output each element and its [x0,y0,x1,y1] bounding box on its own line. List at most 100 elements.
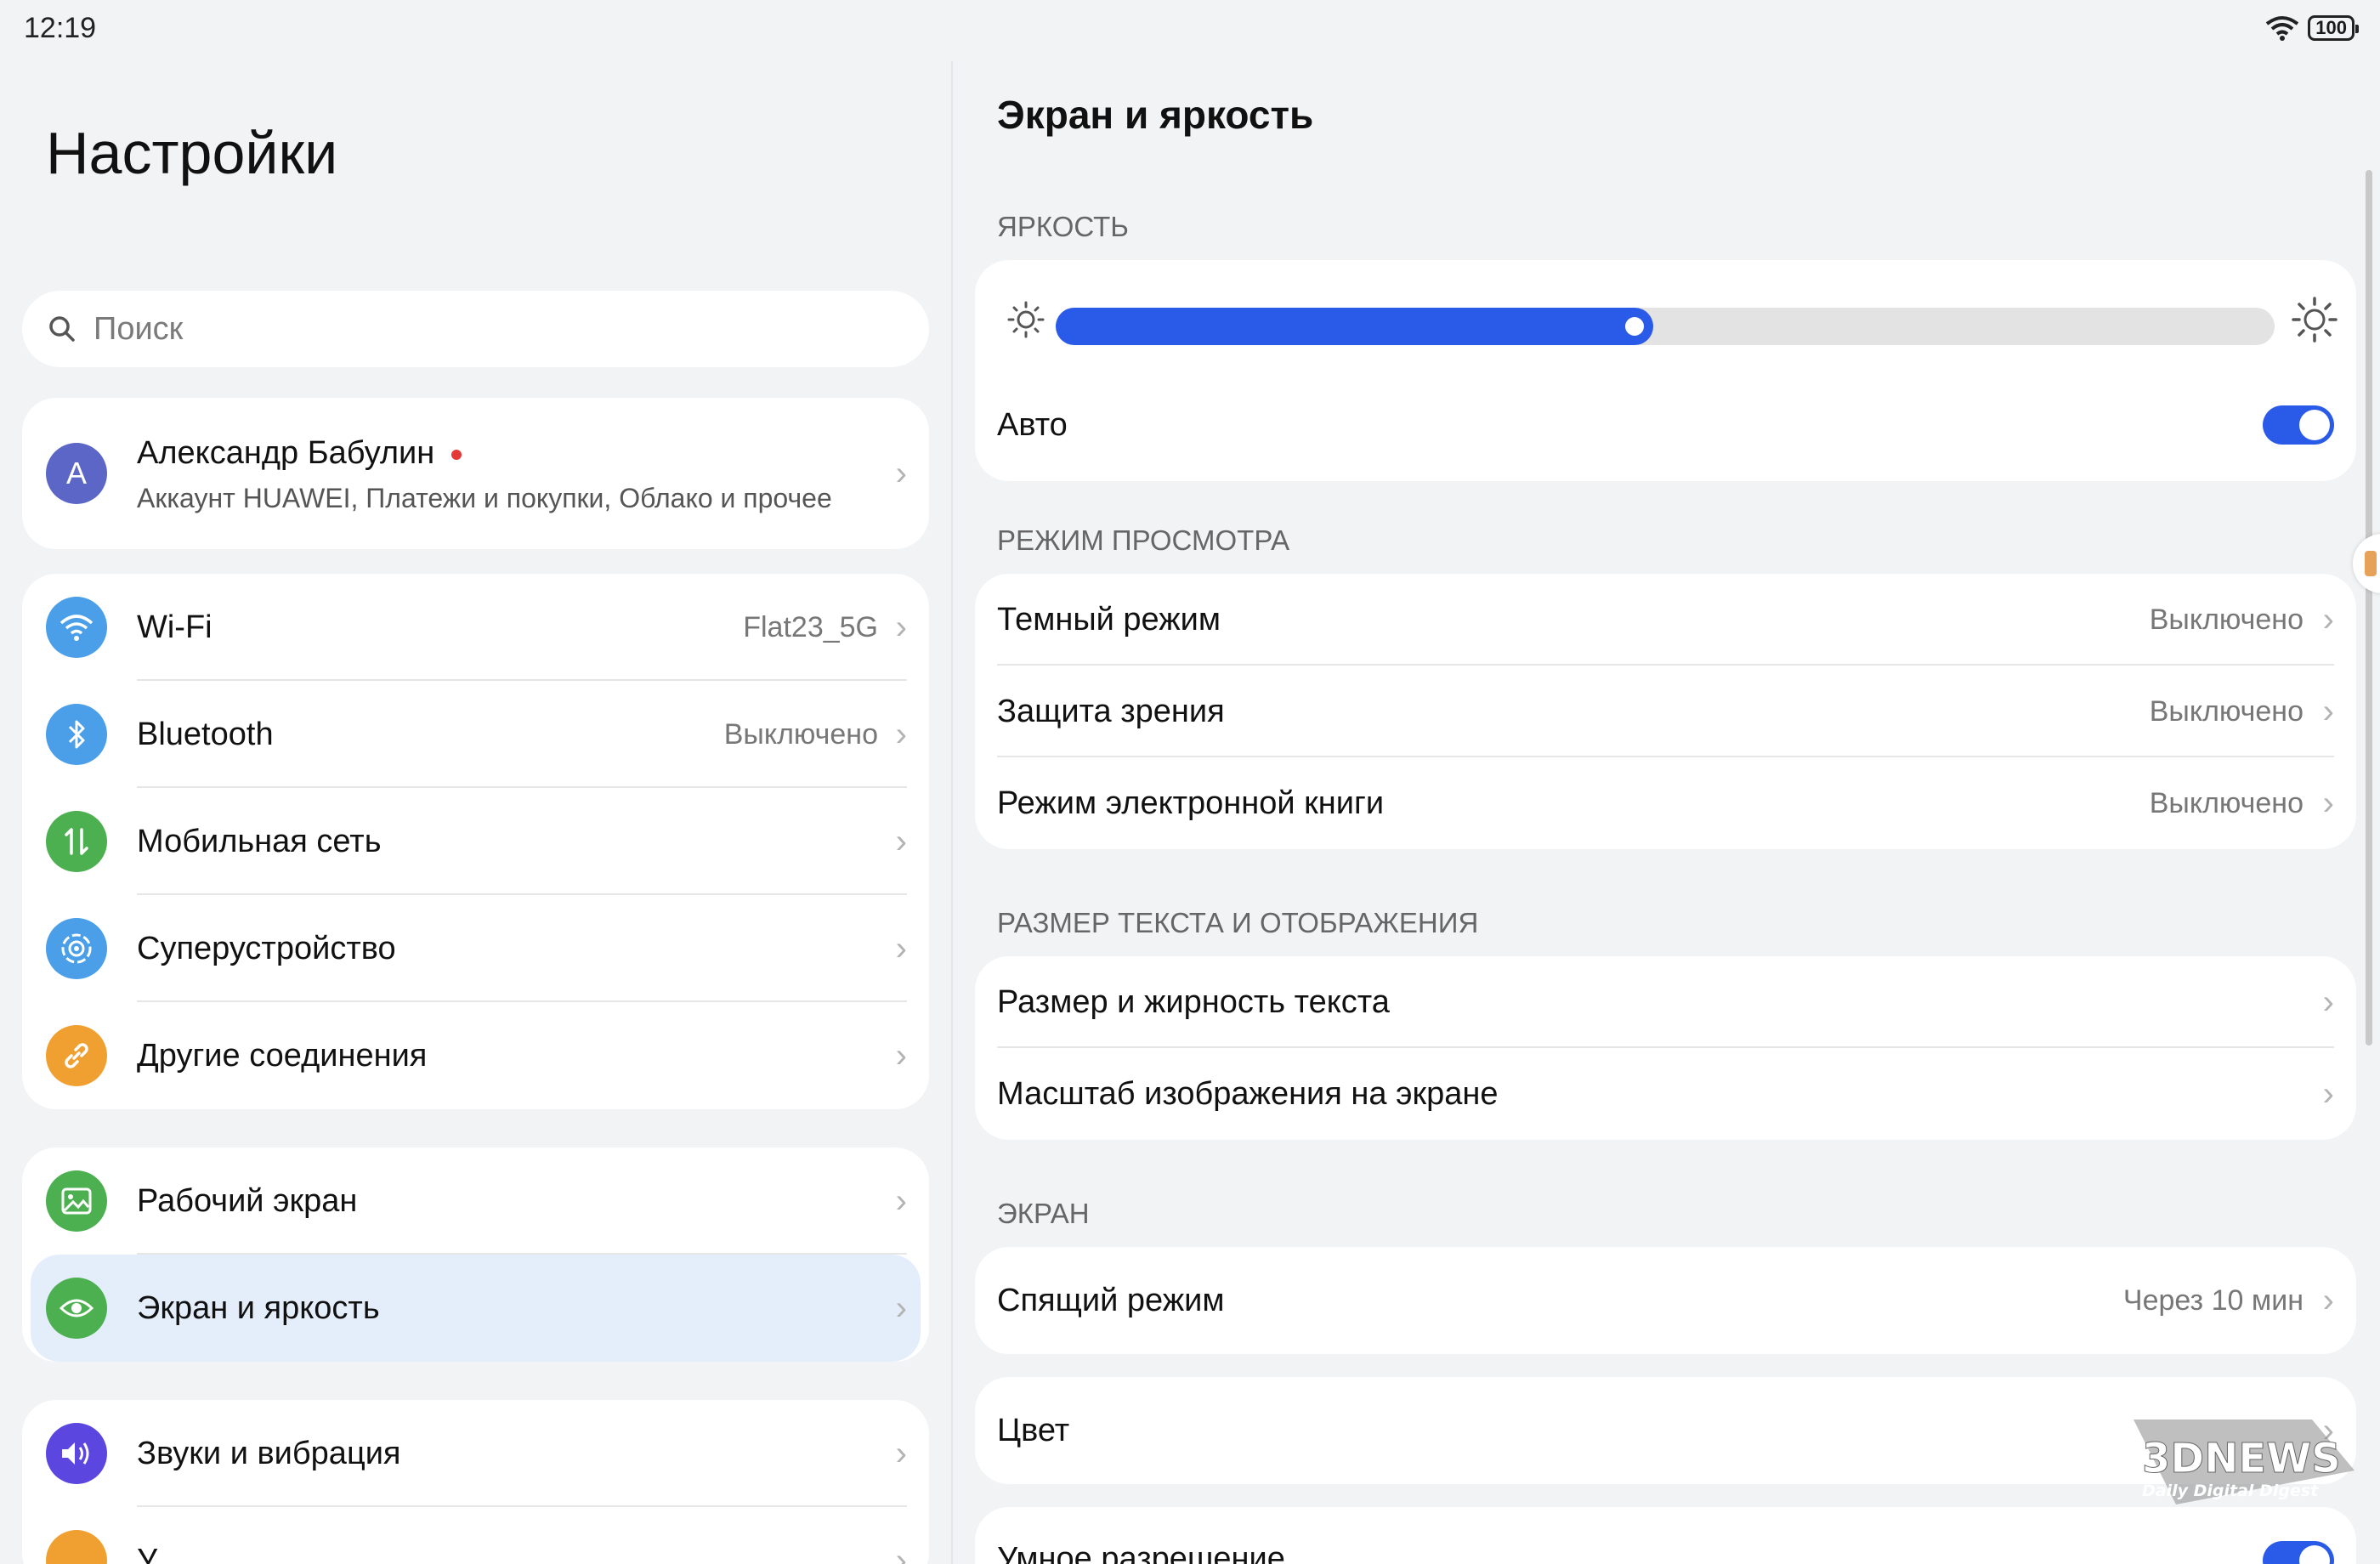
sound-group-card: Звуки и вибрация › У › [22,1400,929,1564]
display-zoom-label: Масштаб изображения на экране [997,1075,1499,1112]
eye-comfort-row[interactable]: Защита зрения Выключено › [975,666,2356,757]
display-group-card: Рабочий экран › Экран и яркость › [22,1148,929,1362]
section-header-brightness: ЯРКОСТЬ [997,211,1129,242]
text-size-weight-label: Размер и жирность текста [997,983,1390,1020]
section-header-screen: ЭКРАН [997,1198,1090,1229]
sidebar-item-label: Wi-Fi [137,609,212,645]
brightness-low-icon [1007,301,1045,338]
sleep-row[interactable]: Спящий режим Через 10 мин › [975,1247,2356,1354]
auto-brightness-toggle[interactable] [2263,405,2334,445]
scrollbar[interactable] [2366,170,2372,1046]
eye-comfort-label: Защита зрения [997,693,1225,729]
chevron-right-icon: › [895,454,907,492]
search-placeholder: Поиск [94,310,184,347]
sidebar-item-wifi[interactable]: Wi-Fi Flat23_5G › [22,574,929,681]
pane-divider [951,61,953,1564]
brightness-card: Авто [975,260,2356,481]
dark-mode-label: Темный режим [997,601,1221,638]
text-size-card: Размер и жирность текста › Масштаб изобр… [975,956,2356,1140]
status-time: 12:19 [24,12,97,44]
bluetooth-value: Выключено [723,717,878,751]
sidebar-item-label: Рабочий экран [137,1182,358,1219]
chevron-right-icon: › [895,1289,907,1327]
super-device-icon [46,918,107,979]
text-size-weight-row[interactable]: Размер и жирность текста › [975,956,2356,1048]
smart-resolution-label: Умное разрешение [997,1541,1285,1564]
account-name: Александр Бабулин [137,435,462,472]
sidebar-item-label: У [137,1542,158,1564]
sidebar-item-label: Суперустройство [137,930,396,966]
sleep-label: Спящий режим [997,1282,1225,1318]
chevron-right-icon: › [895,715,907,753]
view-mode-card: Темный режим Выключено › Защита зрения В… [975,574,2356,849]
account-row[interactable]: A Александр Бабулин Аккаунт HUAWEI, Плат… [22,398,929,549]
account-subtitle: Аккаунт HUAWEI, Платежи и покупки, Облак… [137,483,832,513]
sidebar-item-other-connections[interactable]: Другие соединения › [22,1002,929,1109]
sidebar-item-home-screen[interactable]: Рабочий экран › [22,1148,929,1255]
chevron-right-icon: › [895,1036,907,1074]
sidebar-item-super-device[interactable]: Суперустройство › [22,895,929,1002]
smart-resolution-row[interactable]: Умное разрешение [975,1507,2356,1564]
chevron-right-icon: › [895,1434,907,1472]
status-bar: 12:19 100 [0,0,2380,61]
chevron-right-icon: › [2322,784,2334,822]
bluetooth-icon [46,704,107,765]
sidebar-item-bluetooth[interactable]: Bluetooth Выключено › [22,681,929,788]
chevron-right-icon: › [2322,600,2334,638]
smart-resolution-toggle[interactable] [2263,1541,2334,1564]
notifications-icon [46,1530,107,1564]
svg-text:Daily Digital Digest: Daily Digital Digest [2142,1482,2319,1500]
chevron-right-icon: › [2322,1074,2334,1113]
chevron-right-icon: › [895,1541,907,1564]
sidebar-item-label: Другие соединения [137,1037,428,1074]
sleep-value: Через 10 мин [2122,1284,2304,1317]
svg-text:3DNEWS: 3DNEWS [2142,1435,2341,1482]
eye-comfort-value: Выключено [2149,694,2304,728]
link-icon [46,1025,107,1086]
sidebar-item-notifications[interactable]: У › [22,1507,929,1564]
dark-mode-row[interactable]: Темный режим Выключено › [975,574,2356,666]
connections-card: Wi-Fi Flat23_5G › Bluetooth Выключено › … [22,574,929,1109]
chevron-right-icon: › [895,822,907,860]
side-panel-handle[interactable] [2353,534,2380,593]
chevron-right-icon: › [2322,1281,2334,1319]
auto-brightness-label: Авто [997,406,1068,443]
status-icons: 100 [2265,15,2359,41]
sidebar-item-sounds[interactable]: Звуки и вибрация › [22,1400,929,1507]
home-screen-icon [46,1170,107,1232]
brightness-knob[interactable] [1625,317,1644,336]
sidebar-item-label: Звуки и вибрация [137,1435,401,1471]
eye-icon [46,1278,107,1339]
search-input[interactable]: Поиск [22,291,929,367]
dark-mode-value: Выключено [2149,603,2304,636]
chevron-right-icon: › [895,929,907,967]
ebook-mode-row[interactable]: Режим электронной книги Выключено › [975,757,2356,849]
brightness-slider[interactable] [975,260,2356,379]
wifi-network-value: Flat23_5G [743,610,878,643]
page-title: Настройки [46,120,338,186]
chevron-right-icon: › [2322,983,2334,1021]
smart-resolution-card: Умное разрешение [975,1507,2356,1564]
ebook-mode-label: Режим электронной книги [997,785,1385,821]
brightness-track[interactable] [1056,308,2275,345]
sidebar-item-display-brightness[interactable]: Экран и яркость › [31,1255,921,1362]
sidebar-item-label: Bluetooth [137,716,274,752]
auto-brightness-row: Авто [975,379,2356,471]
ebook-mode-value: Выключено [2149,786,2304,819]
account-card[interactable]: A Александр Бабулин Аккаунт HUAWEI, Плат… [22,398,929,549]
battery-indicator: 100 [2308,15,2359,41]
chevron-right-icon: › [2322,692,2334,730]
display-zoom-row[interactable]: Масштаб изображения на экране › [975,1048,2356,1140]
sound-icon [46,1423,107,1484]
chevron-right-icon: › [895,608,907,646]
sidebar-item-mobile-network[interactable]: Мобильная сеть › [22,788,929,895]
mobile-network-icon [46,811,107,872]
avatar: A [46,443,107,504]
sidebar-item-label: Экран и яркость [137,1289,380,1326]
account-name-text: Александр Бабулин [137,435,435,471]
sidebar-item-label: Мобильная сеть [137,823,382,859]
chevron-right-icon: › [895,1182,907,1220]
detail-title: Экран и яркость [997,93,1314,137]
brightness-high-icon [2292,297,2338,343]
search-icon [49,316,75,342]
